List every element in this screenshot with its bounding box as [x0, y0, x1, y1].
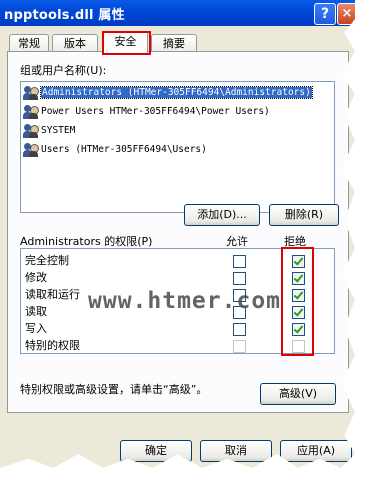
- remove-button[interactable]: 删除(R): [269, 204, 339, 226]
- permission-read: 读取: [25, 305, 47, 318]
- apply-button[interactable]: 应用(A): [280, 440, 352, 462]
- permissions-label: Administrators 的权限(P): [20, 235, 153, 248]
- allow-checkbox-modify[interactable]: [233, 272, 246, 285]
- user-item-system[interactable]: SYSTEM: [23, 122, 75, 139]
- users-list-label: 组或用户名称(U):: [20, 64, 107, 77]
- tab-version[interactable]: 版本: [52, 34, 98, 52]
- window-title: npptools.dll 属性: [4, 8, 125, 23]
- user-item-power-users[interactable]: Power Users HTMer-305FF6494\Power Users): [23, 103, 270, 120]
- security-panel: 组或用户名称(U): Administrators (HTMer-305FF64…: [7, 51, 349, 413]
- user-item-administrators[interactable]: Administrators (HTMer-305FF6494\Administ…: [23, 84, 313, 101]
- allow-column-header: 允许: [226, 235, 248, 248]
- tab-general[interactable]: 常规: [9, 34, 49, 52]
- properties-dialog: npptools.dll 属性 ? × 常规 版本 安全 摘要 组或用户名称(U…: [0, 0, 355, 468]
- user-item-label: Administrators (HTMer-305FF6494\Administ…: [40, 86, 313, 99]
- permission-full-control: 完全控制: [25, 254, 69, 267]
- cancel-button[interactable]: 取消: [200, 440, 272, 462]
- users-group-icon: [23, 104, 39, 120]
- close-button[interactable]: ×: [337, 3, 355, 25]
- advanced-hint-text: 特别权限或高级设置，请单击“高级”。: [20, 383, 208, 396]
- user-item-users[interactable]: Users (HTMer-305FF6494\Users): [23, 141, 207, 158]
- users-listbox[interactable]: Administrators (HTMer-305FF6494\Administ…: [20, 81, 335, 213]
- watermark-text: www.htmer.com: [88, 288, 282, 314]
- users-group-icon: [23, 85, 39, 101]
- user-item-label: Users (HTMer-305FF6494\Users): [41, 144, 207, 155]
- user-item-label: Power Users HTMer-305FF6494\Power Users): [41, 106, 270, 117]
- permission-write: 写入: [25, 322, 47, 335]
- deny-column-highlight-box: [281, 247, 314, 356]
- user-item-label: SYSTEM: [41, 125, 76, 136]
- permission-modify: 修改: [25, 271, 47, 284]
- tab-highlight-box: [102, 31, 151, 55]
- allow-checkbox-write[interactable]: [233, 323, 246, 336]
- users-group-icon: [23, 142, 39, 158]
- permission-read-execute: 读取和运行: [25, 288, 80, 301]
- ok-button[interactable]: 确定: [120, 440, 192, 462]
- allow-checkbox-full-control[interactable]: [233, 255, 246, 268]
- help-button[interactable]: ?: [314, 3, 336, 25]
- add-button[interactable]: 添加(D)...: [184, 204, 260, 226]
- tab-summary[interactable]: 摘要: [151, 34, 197, 52]
- advanced-button[interactable]: 高级(V): [260, 383, 336, 405]
- allow-checkbox-special: [233, 340, 246, 353]
- permission-special: 特别的权限: [25, 339, 80, 352]
- title-bar[interactable]: npptools.dll 属性 ? ×: [0, 0, 355, 26]
- users-group-icon: [23, 123, 39, 139]
